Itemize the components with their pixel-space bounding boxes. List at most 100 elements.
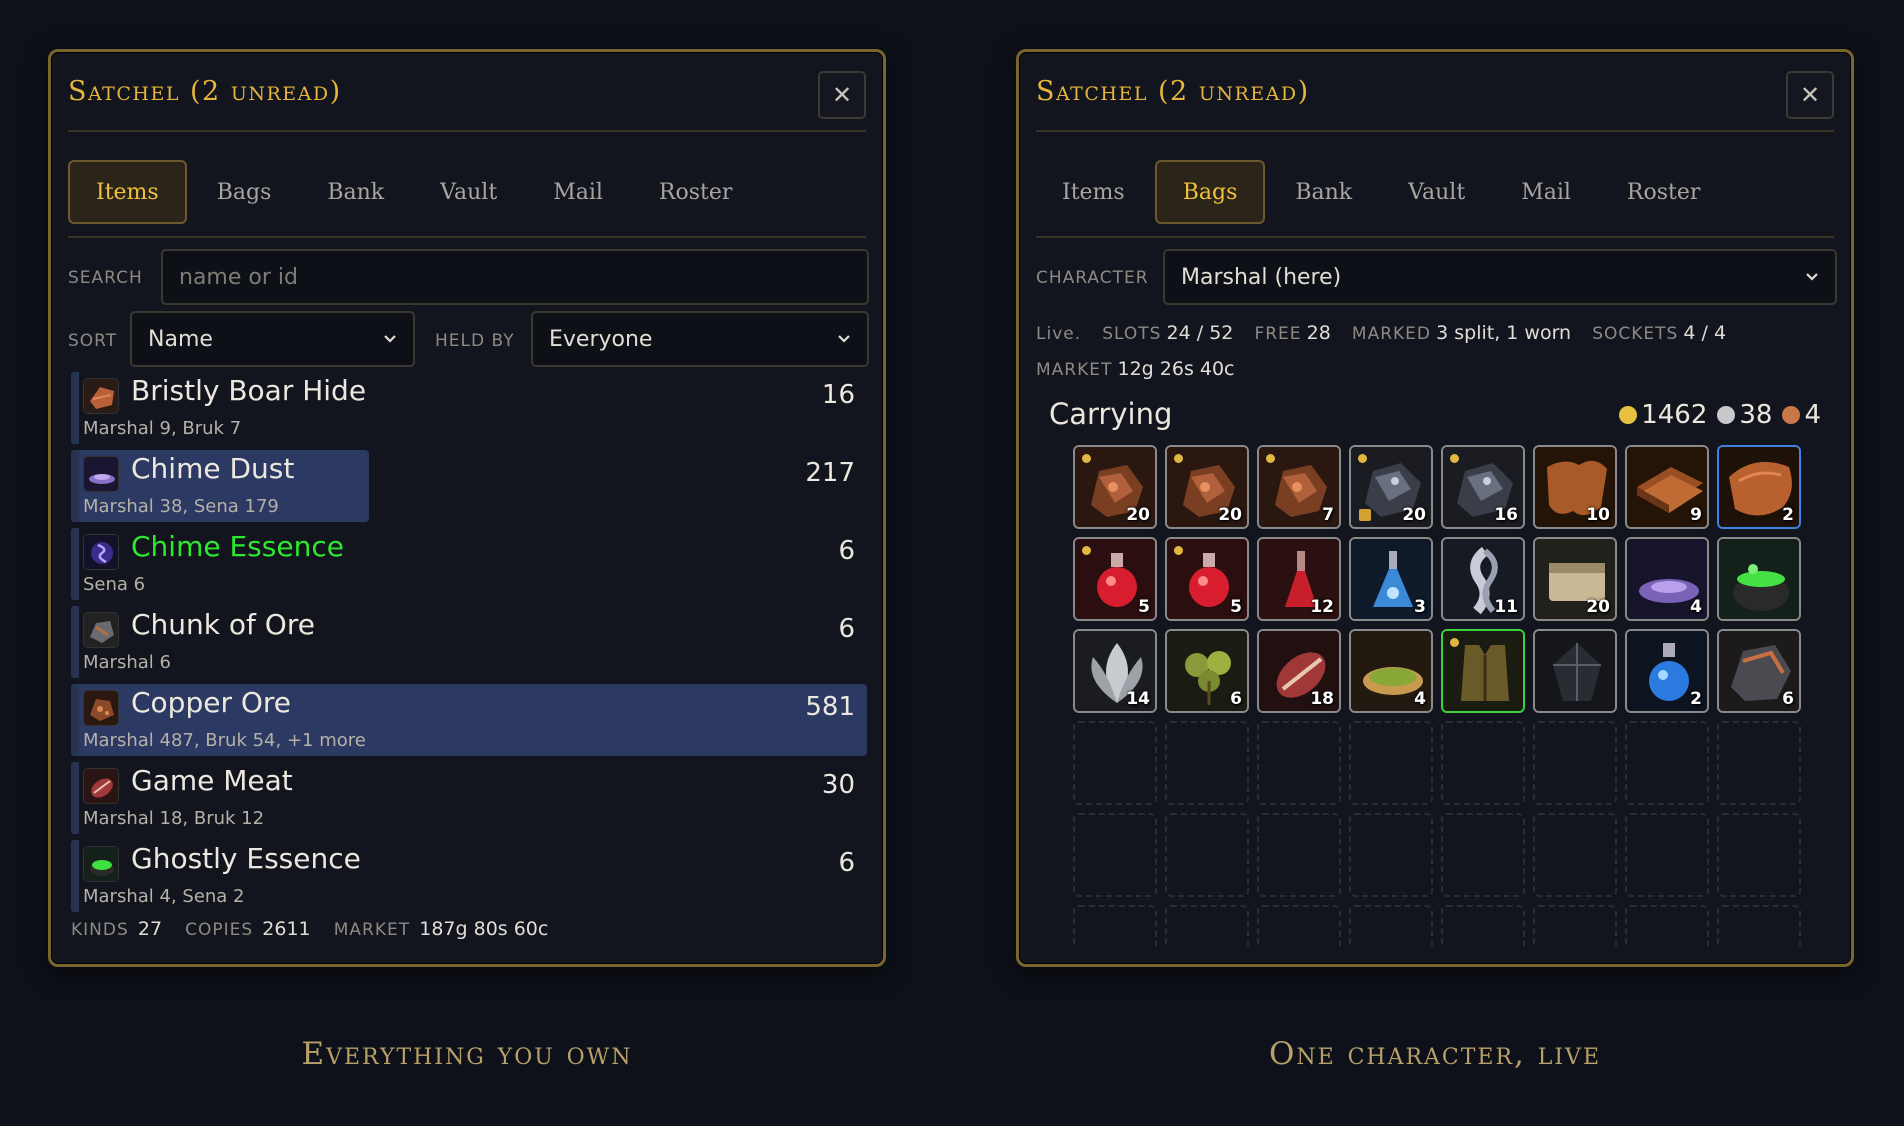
- empty-bag-slot[interactable]: [1073, 813, 1157, 897]
- bag-slot[interactable]: 6: [1165, 629, 1249, 713]
- bag-slot[interactable]: [1717, 537, 1801, 621]
- silver-amount: 38: [1739, 400, 1773, 430]
- bag-slot[interactable]: [1533, 629, 1617, 713]
- empty-bag-slot[interactable]: [1625, 813, 1709, 897]
- empty-bag-slot[interactable]: [1257, 813, 1341, 897]
- free-label: FREE: [1254, 324, 1302, 344]
- tab-mail[interactable]: Mail: [1495, 160, 1597, 224]
- bag-slot[interactable]: 3: [1349, 537, 1433, 621]
- empty-bag-slot[interactable]: [1625, 905, 1709, 949]
- bag-slot[interactable]: 5: [1165, 537, 1249, 621]
- dark-gem-icon: [1535, 631, 1615, 711]
- row-accent: [71, 840, 79, 912]
- character-label: CHARACTER: [1036, 268, 1149, 288]
- close-button[interactable]: ✕: [818, 71, 866, 119]
- empty-bag-slot[interactable]: [1257, 721, 1341, 805]
- bag-slot[interactable]: 18: [1257, 629, 1341, 713]
- empty-bag-slot[interactable]: [1625, 721, 1709, 805]
- empty-bag-slot[interactable]: [1717, 905, 1801, 949]
- market-label: MARKET: [333, 920, 411, 940]
- empty-bag-slot[interactable]: [1257, 905, 1341, 949]
- meat-icon: [83, 768, 119, 804]
- bag-slot[interactable]: [1441, 629, 1525, 713]
- empty-bag-slot[interactable]: [1165, 721, 1249, 805]
- empty-bag-slot[interactable]: [1165, 813, 1249, 897]
- empty-bag-slot[interactable]: [1349, 721, 1433, 805]
- bag-slot[interactable]: 7: [1257, 445, 1341, 529]
- empty-bag-slot[interactable]: [1717, 721, 1801, 805]
- bag-slot[interactable]: 20: [1533, 537, 1617, 621]
- empty-bag-slot[interactable]: [1533, 813, 1617, 897]
- close-button[interactable]: ✕: [1786, 71, 1834, 119]
- bag-slot[interactable]: 2: [1717, 445, 1801, 529]
- row-accent: [71, 606, 79, 678]
- list-item[interactable]: Chunk of Ore Marshal 6 6: [71, 606, 867, 678]
- bag-slot[interactable]: 4: [1349, 629, 1433, 713]
- bag-slot[interactable]: 12: [1257, 537, 1341, 621]
- empty-bag-slot[interactable]: [1441, 721, 1525, 805]
- item-quantity: 6: [838, 848, 855, 878]
- marked-dot-icon: [1266, 454, 1275, 463]
- item-name: Bristly Boar Hide: [131, 374, 367, 407]
- bag-slot[interactable]: 11: [1441, 537, 1525, 621]
- held-by-select[interactable]: Everyone: [531, 311, 869, 367]
- list-item[interactable]: Copper Ore Marshal 487, Bruk 54, +1 more…: [71, 684, 867, 756]
- tab-bank[interactable]: Bank: [1269, 160, 1378, 224]
- tab-bags[interactable]: Bags: [191, 160, 298, 224]
- bag-slot[interactable]: 20: [1349, 445, 1433, 529]
- empty-bag-slot[interactable]: [1165, 905, 1249, 949]
- list-item[interactable]: Bristly Boar Hide Marshal 9, Bruk 7 16: [71, 372, 867, 444]
- list-item[interactable]: Ghostly Essence Marshal 4, Sena 2 6: [71, 840, 867, 912]
- empty-bag-slot[interactable]: [1349, 813, 1433, 897]
- empty-bag-slot[interactable]: [1533, 905, 1617, 949]
- bag-slot[interactable]: 2: [1625, 629, 1709, 713]
- list-item[interactable]: Chime Dust Marshal 38, Sena 179 217: [71, 450, 867, 522]
- empty-bag-slot[interactable]: [1073, 905, 1157, 949]
- empty-bag-slot[interactable]: [1073, 721, 1157, 805]
- item-name: Chime Dust: [131, 452, 295, 485]
- bag-slot[interactable]: 14: [1073, 629, 1157, 713]
- tab-bags[interactable]: Bags: [1154, 160, 1266, 224]
- sort-select[interactable]: Name: [130, 311, 415, 367]
- sockets-value: 4 / 4: [1683, 322, 1727, 344]
- empty-bag-slot[interactable]: [1717, 813, 1801, 897]
- character-select[interactable]: Marshal (here): [1163, 249, 1837, 305]
- bag-slot[interactable]: 20: [1073, 445, 1157, 529]
- tab-mail[interactable]: Mail: [527, 160, 629, 224]
- item-quantity: 217: [805, 458, 855, 488]
- bag-slot[interactable]: 6: [1717, 629, 1801, 713]
- item-quantity: 6: [838, 536, 855, 566]
- bag-slot[interactable]: 20: [1165, 445, 1249, 529]
- row-accent: [71, 372, 79, 444]
- tab-roster[interactable]: Roster: [633, 160, 758, 224]
- stack-count: 12: [1310, 597, 1334, 617]
- bag-slot[interactable]: 16: [1441, 445, 1525, 529]
- close-icon: ✕: [1799, 81, 1821, 109]
- item-name: Ghostly Essence: [131, 842, 361, 875]
- slots-value: 24 / 52: [1166, 322, 1234, 344]
- bag-slot[interactable]: 5: [1073, 537, 1157, 621]
- market-label: MARKET: [1036, 360, 1113, 380]
- empty-bag-slot[interactable]: [1441, 905, 1525, 949]
- bag-stats: Live. SLOTS 24 / 52 FREE 28 MARKED 3 spl…: [1036, 322, 1726, 344]
- bag-slot[interactable]: 10: [1533, 445, 1617, 529]
- empty-bag-slot[interactable]: [1441, 813, 1525, 897]
- stack-count: 11: [1494, 597, 1518, 617]
- bag-grid: 20 20 7 20 16 10 9 2 5 5 12 3 11 20 4 14 6 18 4 2 6: [1073, 445, 1813, 949]
- tab-items[interactable]: Items: [1036, 160, 1151, 224]
- tab-items[interactable]: Items: [68, 160, 187, 224]
- search-input[interactable]: name or id: [161, 249, 869, 305]
- tab-roster[interactable]: Roster: [1601, 160, 1726, 224]
- empty-bag-slot[interactable]: [1349, 905, 1433, 949]
- tab-bar: Items Bags Bank Vault Mail Roster: [68, 160, 866, 224]
- stack-count: 20: [1402, 505, 1426, 525]
- ore-icon: [83, 612, 119, 648]
- tab-vault[interactable]: Vault: [1382, 160, 1491, 224]
- tab-vault[interactable]: Vault: [414, 160, 523, 224]
- empty-bag-slot[interactable]: [1533, 721, 1617, 805]
- tab-bank[interactable]: Bank: [301, 160, 410, 224]
- list-item[interactable]: Game Meat Marshal 18, Bruk 12 30: [71, 762, 867, 834]
- bag-slot[interactable]: 4: [1625, 537, 1709, 621]
- bag-slot[interactable]: 9: [1625, 445, 1709, 529]
- list-item[interactable]: Chime Essence Sena 6 6: [71, 528, 867, 600]
